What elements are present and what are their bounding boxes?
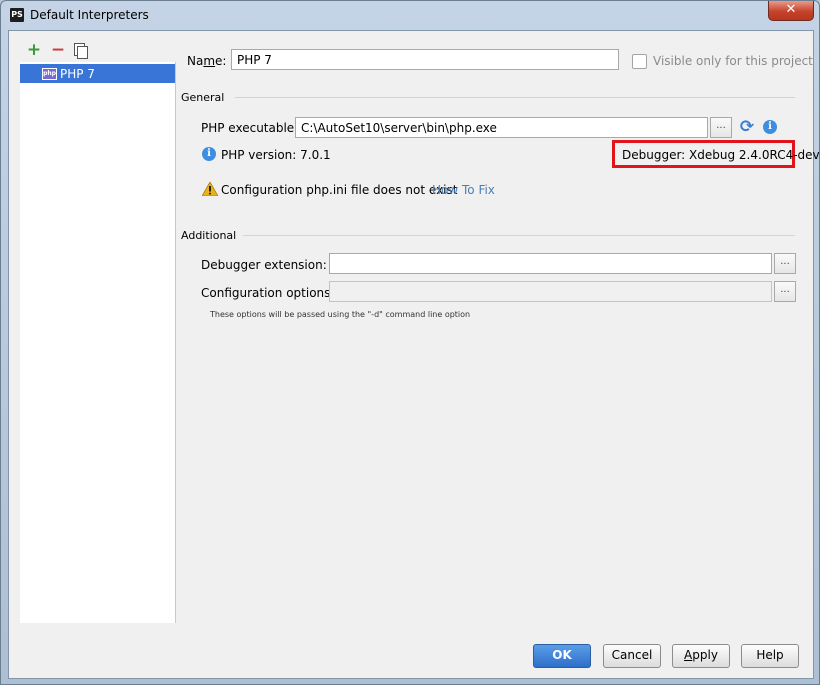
visible-only-checkbox[interactable]: [632, 54, 647, 69]
php-version-info-icon: i: [202, 147, 216, 161]
copy-interpreter-button[interactable]: [71, 41, 89, 59]
close-icon: ✕: [785, 2, 797, 17]
additional-heading: Additional: [181, 229, 237, 242]
general-separator: [235, 97, 795, 98]
php-executable-input[interactable]: C:\AutoSet10\server\bin\php.exe: [295, 117, 708, 138]
edit-configuration-options-button[interactable]: ...: [774, 281, 796, 302]
list-item-php7[interactable]: php PHP 7: [20, 64, 175, 83]
php-version-text: PHP version: 7.0.1: [221, 148, 331, 162]
debugger-extension-input[interactable]: [329, 253, 772, 274]
configuration-options-input[interactable]: [329, 281, 772, 302]
help-button[interactable]: Help: [741, 644, 799, 668]
apply-button[interactable]: Apply: [672, 644, 730, 668]
php-executable-label: PHP executable:: [201, 121, 299, 135]
info-icon[interactable]: i: [763, 120, 777, 134]
ok-button[interactable]: OK: [533, 644, 591, 668]
list-item-label: PHP 7: [60, 67, 95, 81]
warning-icon: [202, 182, 218, 196]
browse-php-executable-button[interactable]: ...: [710, 117, 732, 138]
how-to-fix-link[interactable]: How To Fix: [432, 183, 495, 197]
close-button[interactable]: ✕: [768, 1, 814, 21]
options-hint: These options will be passed using the "…: [210, 310, 471, 319]
remove-interpreter-button[interactable]: −: [49, 41, 67, 59]
add-interpreter-button[interactable]: +: [25, 41, 43, 59]
dialog-content: + − php PHP 7 Name: PHP 7 Visible only f…: [8, 30, 819, 679]
title-bar[interactable]: PS Default Interpreters ✕: [1, 1, 819, 29]
browse-debugger-extension-button[interactable]: ...: [774, 253, 796, 274]
configuration-options-label: Configuration options:: [201, 286, 335, 300]
debugger-text: Debugger: Xdebug 2.4.0RC4-dev: [622, 148, 820, 162]
cancel-button[interactable]: Cancel: [603, 644, 661, 668]
add-icon: +: [26, 40, 42, 60]
window-title: Default Interpreters: [30, 8, 149, 22]
name-label: Name:: [187, 54, 227, 68]
remove-icon: −: [50, 40, 66, 60]
php-icon: php: [42, 68, 57, 80]
additional-separator: [243, 235, 795, 236]
name-input[interactable]: PHP 7: [231, 49, 619, 70]
debugger-highlight: Debugger: Xdebug 2.4.0RC4-dev: [612, 140, 819, 168]
refresh-icon[interactable]: ⟳: [739, 119, 755, 136]
app-icon: PS: [10, 8, 24, 22]
interpreter-list: php PHP 7: [20, 62, 176, 623]
config-warning-text: Configuration php.ini file does not exis…: [221, 183, 458, 197]
general-heading: General: [181, 91, 225, 104]
dialog-window: PS Default Interpreters ✕ + − php PHP 7: [0, 0, 820, 685]
debugger-extension-label: Debugger extension:: [201, 258, 327, 272]
visible-only-label: Visible only for this project: [653, 54, 813, 68]
